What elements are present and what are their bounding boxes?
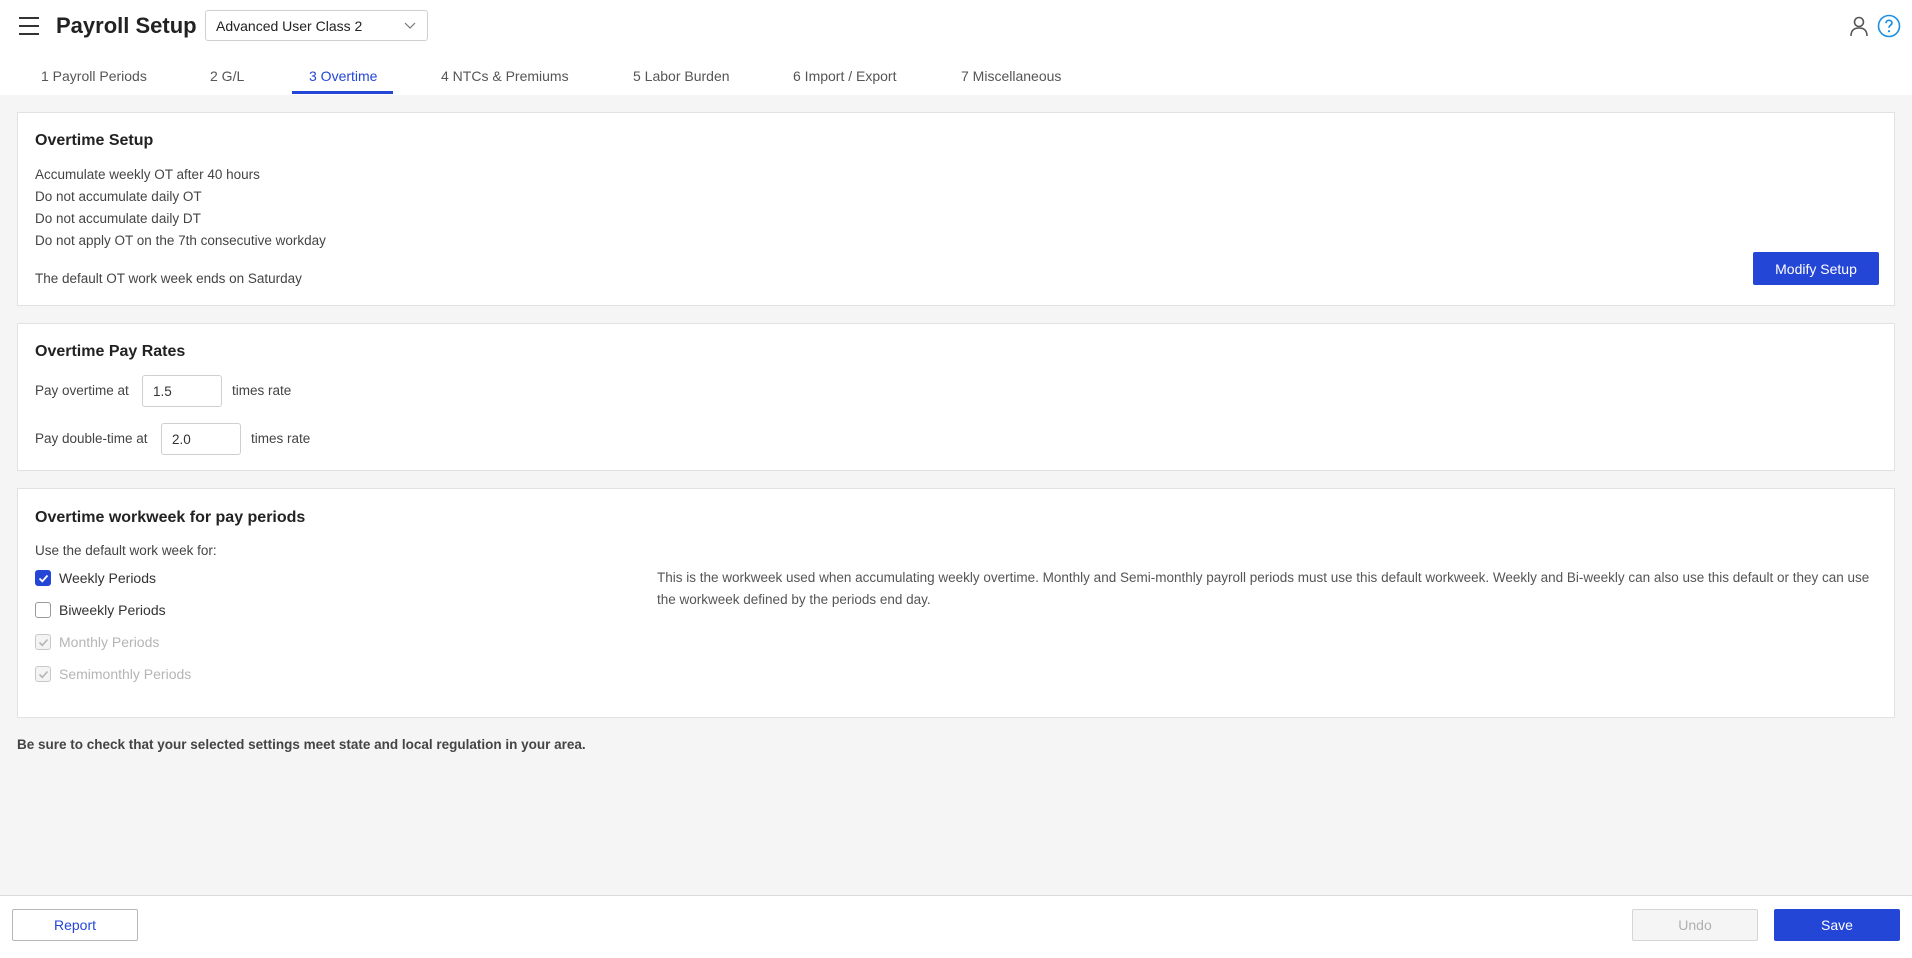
doubletime-rate-input[interactable] bbox=[161, 423, 241, 455]
tab-import-export[interactable]: 6 Import / Export bbox=[793, 68, 896, 84]
tab-ntcs-premiums[interactable]: 4 NTCs & Premiums bbox=[441, 68, 569, 84]
tab-bar: 1 Payroll Periods 2 G/L 3 Overtime 4 NTC… bbox=[0, 56, 1912, 95]
app-header: Payroll Setup Advanced User Class 2 1 Pa… bbox=[0, 0, 1912, 95]
class-select-value: Advanced User Class 2 bbox=[216, 18, 363, 34]
setup-line: Accumulate weekly OT after 40 hours bbox=[35, 167, 260, 182]
overtime-setup-panel: Overtime Setup Accumulate weekly OT afte… bbox=[17, 112, 1895, 306]
help-icon[interactable] bbox=[1877, 14, 1901, 38]
tab-gl[interactable]: 2 G/L bbox=[210, 68, 244, 84]
weekly-periods-label: Weekly Periods bbox=[59, 570, 157, 586]
doubletime-rate-suffix: times rate bbox=[251, 431, 311, 446]
setup-line: Do not apply OT on the 7th consecutive w… bbox=[35, 233, 326, 248]
semimonthly-periods-label: Semimonthly Periods bbox=[59, 666, 192, 682]
checkmark-icon bbox=[38, 638, 49, 647]
tab-payroll-periods[interactable]: 1 Payroll Periods bbox=[41, 68, 147, 84]
user-icon[interactable] bbox=[1848, 15, 1870, 37]
monthly-periods-checkbox bbox=[35, 634, 51, 650]
save-button[interactable]: Save bbox=[1774, 909, 1900, 941]
weekly-periods-checkbox[interactable] bbox=[35, 570, 51, 586]
active-tab-indicator bbox=[292, 91, 393, 94]
pay-rates-title: Overtime Pay Rates bbox=[35, 343, 186, 360]
chevron-down-icon bbox=[404, 22, 416, 29]
checkmark-icon bbox=[38, 574, 49, 583]
overtime-pay-rates-panel: Overtime Pay Rates Pay overtime at times… bbox=[17, 323, 1895, 471]
biweekly-periods-label: Biweekly Periods bbox=[59, 602, 166, 618]
workweek-intro: Use the default work week for: bbox=[35, 543, 217, 558]
setup-line: Do not accumulate daily OT bbox=[35, 189, 202, 204]
page-title: Payroll Setup bbox=[56, 13, 197, 38]
overtime-rate-suffix: times rate bbox=[232, 383, 292, 398]
monthly-periods-label: Monthly Periods bbox=[59, 634, 160, 650]
tab-labor-burden[interactable]: 5 Labor Burden bbox=[633, 68, 730, 84]
workweek-title: Overtime workweek for pay periods bbox=[35, 509, 306, 526]
overtime-rate-input[interactable] bbox=[142, 375, 222, 407]
footer-bar: Report Undo Save bbox=[0, 895, 1912, 958]
setup-line: Do not accumulate daily DT bbox=[35, 211, 201, 226]
modify-setup-button[interactable]: Modify Setup bbox=[1753, 252, 1879, 285]
overtime-workweek-panel: Overtime workweek for pay periods Use th… bbox=[17, 488, 1895, 718]
checkmark-icon bbox=[38, 670, 49, 679]
class-select[interactable]: Advanced User Class 2 bbox=[205, 10, 428, 41]
undo-button: Undo bbox=[1632, 909, 1758, 941]
overtime-rate-label: Pay overtime at bbox=[35, 383, 129, 398]
overtime-setup-title: Overtime Setup bbox=[35, 132, 154, 149]
report-button[interactable]: Report bbox=[12, 909, 138, 941]
regulation-warning: Be sure to check that your selected sett… bbox=[17, 737, 586, 752]
doubletime-rate-label: Pay double-time at bbox=[35, 431, 148, 446]
biweekly-periods-checkbox[interactable] bbox=[35, 602, 51, 618]
week-end-text: The default OT work week ends on Saturda… bbox=[35, 271, 302, 286]
tab-miscellaneous[interactable]: 7 Miscellaneous bbox=[961, 68, 1061, 84]
workweek-description: This is the workweek used when accumulat… bbox=[657, 570, 1870, 607]
semimonthly-periods-checkbox bbox=[35, 666, 51, 682]
hamburger-menu-icon[interactable] bbox=[19, 17, 39, 35]
tab-overtime[interactable]: 3 Overtime bbox=[309, 68, 377, 84]
